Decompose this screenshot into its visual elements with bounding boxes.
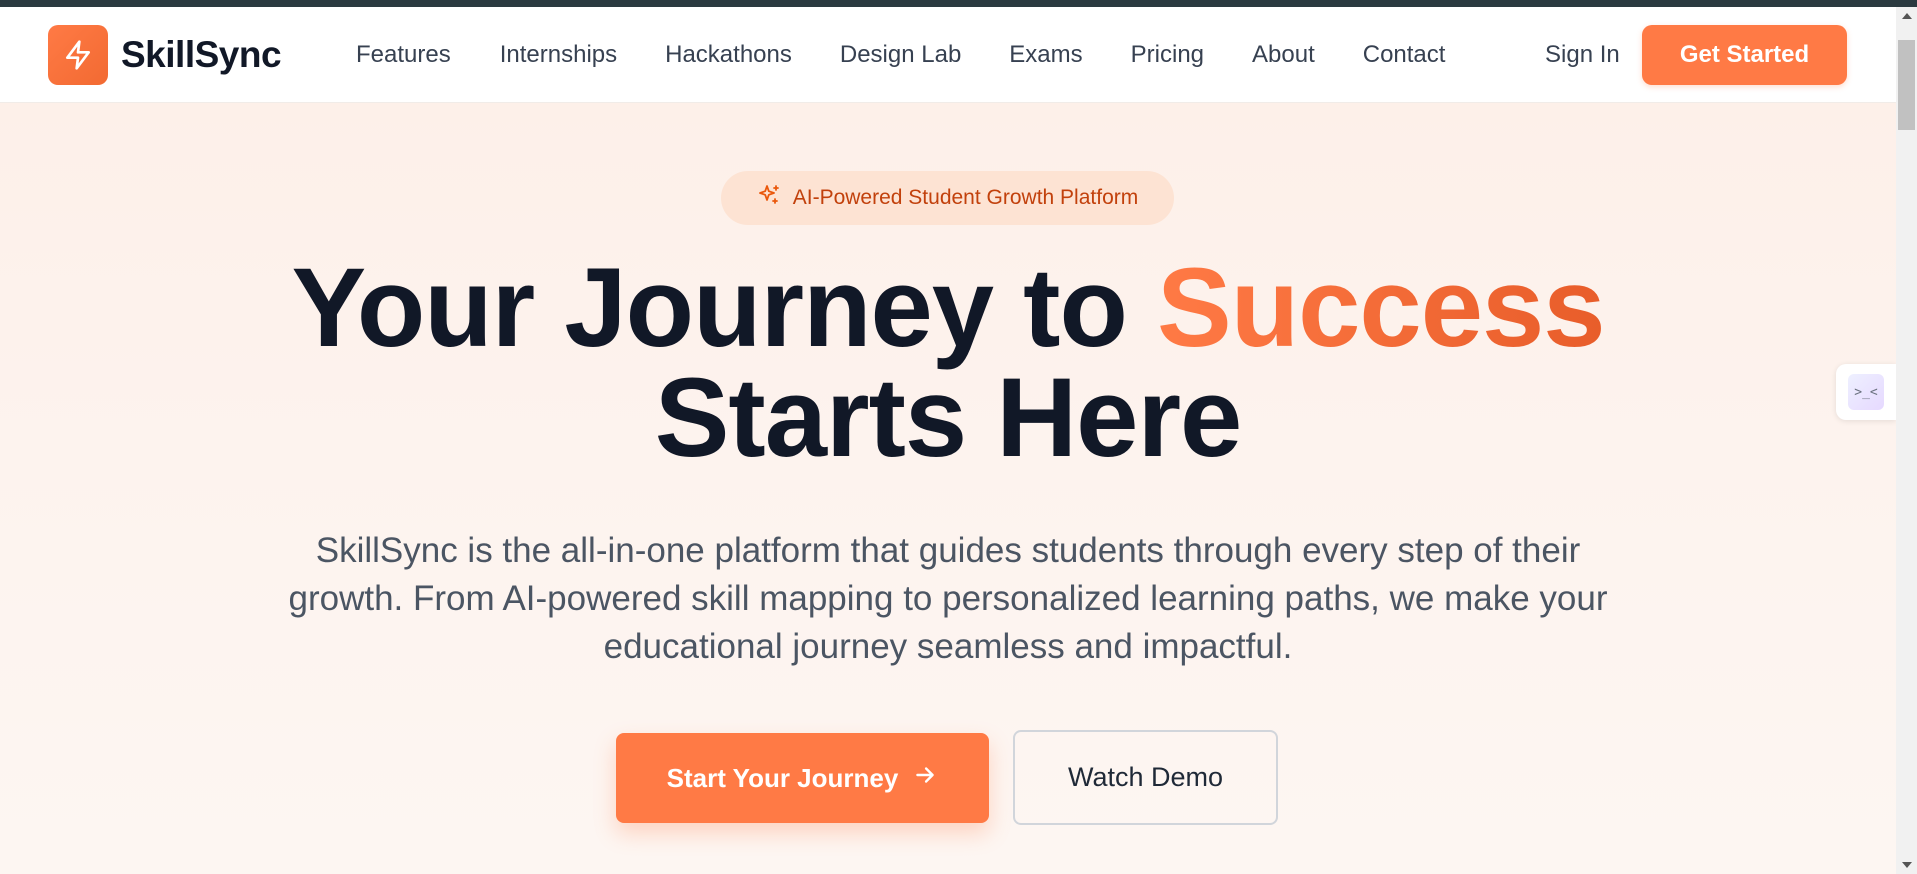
nav-link-features[interactable]: Features xyxy=(356,41,451,69)
nav-link-internships[interactable]: Internships xyxy=(500,41,617,69)
sparkles-icon xyxy=(757,183,781,213)
hero-section: AI-Powered Student Growth Platform Your … xyxy=(0,103,1896,874)
nav-links: Features Internships Hackathons Design L… xyxy=(356,7,1445,103)
headline-accent: Success xyxy=(1157,245,1606,370)
scroll-up-arrow-icon[interactable] xyxy=(1902,13,1912,19)
hero-subtext: SkillSync is the all-in-one platform tha… xyxy=(288,531,1608,666)
hero-headline: Your Journey to Success Starts Here xyxy=(0,252,1896,474)
nav-link-exams[interactable]: Exams xyxy=(1009,41,1082,69)
logo[interactable]: SkillSync xyxy=(48,25,282,85)
nav-link-about[interactable]: About xyxy=(1252,41,1315,69)
nav-link-design-lab[interactable]: Design Lab xyxy=(840,41,961,69)
arrow-right-icon xyxy=(912,762,938,795)
code-face-icon: >_< xyxy=(1848,374,1884,410)
scroll-down-arrow-icon[interactable] xyxy=(1902,862,1912,868)
get-started-button[interactable]: Get Started xyxy=(1642,25,1847,85)
sign-in-link[interactable]: Sign In xyxy=(1545,7,1620,103)
headline-part1: Your Journey to xyxy=(291,245,1157,370)
watch-demo-button[interactable]: Watch Demo xyxy=(1013,730,1278,825)
badge-text: AI-Powered Student Growth Platform xyxy=(792,186,1139,209)
browser-top-strip xyxy=(0,0,1917,7)
page: SkillSync Features Internships Hackathon… xyxy=(0,7,1896,874)
logo-text: SkillSync xyxy=(121,34,282,75)
nav-link-pricing[interactable]: Pricing xyxy=(1131,41,1204,69)
navbar: SkillSync Features Internships Hackathon… xyxy=(0,7,1896,103)
nav-link-contact[interactable]: Contact xyxy=(1363,41,1446,69)
start-journey-button[interactable]: Start Your Journey xyxy=(616,733,989,823)
platform-badge: AI-Powered Student Growth Platform xyxy=(721,171,1174,225)
side-widget[interactable]: >_< xyxy=(1836,364,1896,420)
scrollbar[interactable] xyxy=(1896,7,1917,874)
nav-link-hackathons[interactable]: Hackathons xyxy=(665,41,792,69)
lightning-bolt-icon xyxy=(48,25,108,85)
headline-line2: Starts Here xyxy=(654,355,1243,480)
scroll-thumb[interactable] xyxy=(1898,40,1915,130)
start-journey-label: Start Your Journey xyxy=(666,762,899,793)
